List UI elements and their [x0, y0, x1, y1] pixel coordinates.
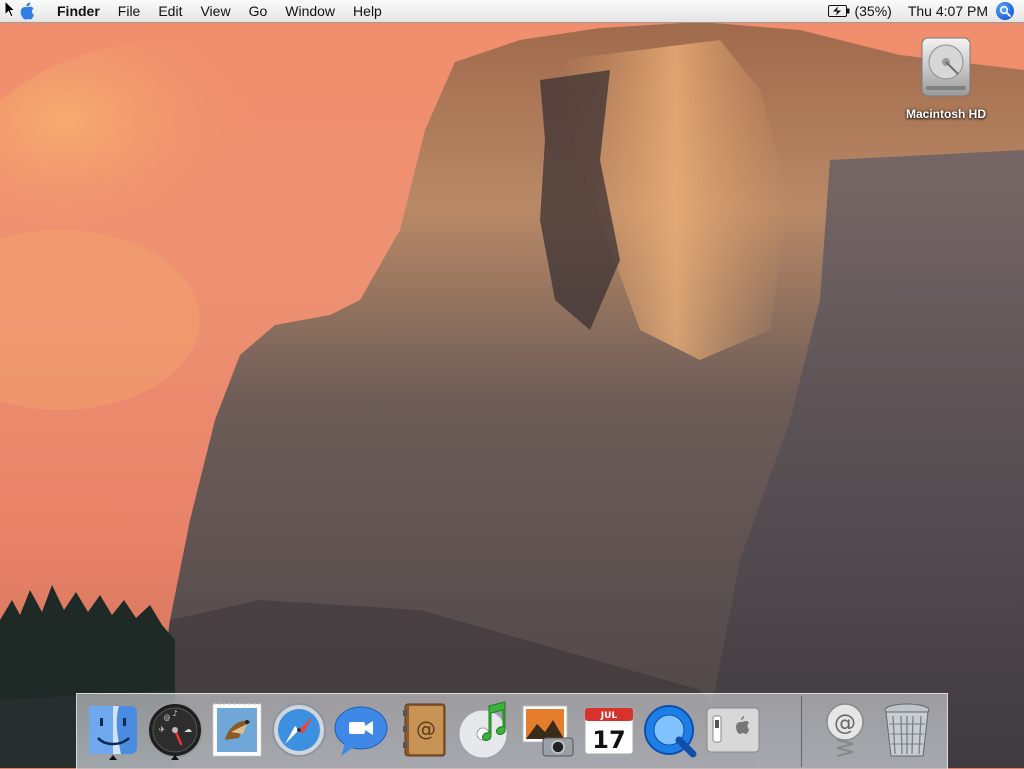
battery-status[interactable]: (35%) [820, 0, 899, 22]
dashboard-icon: ♪ ✈ ☁ @ [147, 702, 203, 758]
desktop-icon-macintosh-hd[interactable]: Macintosh HD [902, 32, 990, 121]
desktop-icon-label: Macintosh HD [905, 107, 986, 121]
desktop-wallpaper [0, 0, 1024, 768]
itunes-cd-icon [458, 701, 508, 759]
system-preferences-switch-icon [706, 707, 760, 753]
apple-logo-icon[interactable] [16, 0, 38, 22]
dock-address-book[interactable]: @ [393, 700, 453, 760]
hard-drive-icon [921, 37, 971, 97]
quicktime-icon [644, 705, 697, 758]
address-book-icon: @ [403, 703, 446, 757]
iphoto-icon [522, 705, 574, 757]
running-indicator [171, 755, 179, 760]
svg-text:@: @ [834, 711, 856, 736]
battery-percentage: (35%) [854, 3, 892, 19]
mail-stamp-icon [212, 703, 262, 757]
dock-mail-accounts[interactable]: @ [815, 700, 875, 760]
menu-app-finder[interactable]: Finder [48, 0, 109, 22]
svg-text:@: @ [416, 717, 436, 741]
dock-system-preferences[interactable] [703, 700, 763, 760]
dock-dashboard[interactable]: ♪ ✈ ☁ @ [145, 700, 205, 760]
dock: ♪ ✈ ☁ @ @ JUL 17 @ [76, 693, 948, 769]
ical-month: JUL [600, 711, 618, 721]
menu-clock[interactable]: Thu 4:07 PM [900, 0, 996, 22]
svg-text:@: @ [164, 714, 171, 722]
dock-itunes[interactable] [455, 700, 515, 760]
menu-bar: Finder File Edit View Go Window Help (35… [0, 0, 1024, 23]
finder-icon [89, 706, 137, 754]
menu-edit[interactable]: Edit [149, 0, 191, 22]
menu-window[interactable]: Window [276, 0, 344, 22]
menu-help[interactable]: Help [344, 0, 391, 22]
dock-finder[interactable] [83, 700, 143, 760]
dock-iphoto[interactable] [517, 700, 577, 760]
dock-ical[interactable]: JUL 17 [579, 700, 639, 760]
safari-compass-icon [272, 703, 326, 757]
dock-trash[interactable] [877, 700, 937, 760]
menu-view[interactable]: View [191, 0, 239, 22]
dock-quicktime[interactable] [641, 700, 701, 760]
svg-text:✈: ✈ [159, 725, 166, 734]
dock-safari[interactable] [269, 700, 329, 760]
svg-text:♪: ♪ [172, 709, 177, 718]
spotlight-search-icon[interactable] [996, 2, 1014, 20]
dock-mail[interactable] [207, 700, 267, 760]
ichat-video-icon [334, 706, 388, 756]
dock-ichat[interactable] [331, 700, 391, 760]
trash-icon [884, 703, 930, 757]
dock-divider [801, 696, 802, 767]
menu-go[interactable]: Go [240, 0, 277, 22]
mouse-pointer-icon [4, 0, 17, 18]
battery-charging-icon [828, 5, 850, 17]
at-sign-spring-icon: @ [826, 703, 864, 757]
ical-day: 17 [592, 726, 625, 754]
menu-file[interactable]: File [109, 0, 150, 22]
svg-text:☁: ☁ [184, 725, 192, 734]
ical-calendar-icon: JUL 17 [584, 707, 634, 755]
running-indicator [109, 755, 117, 760]
